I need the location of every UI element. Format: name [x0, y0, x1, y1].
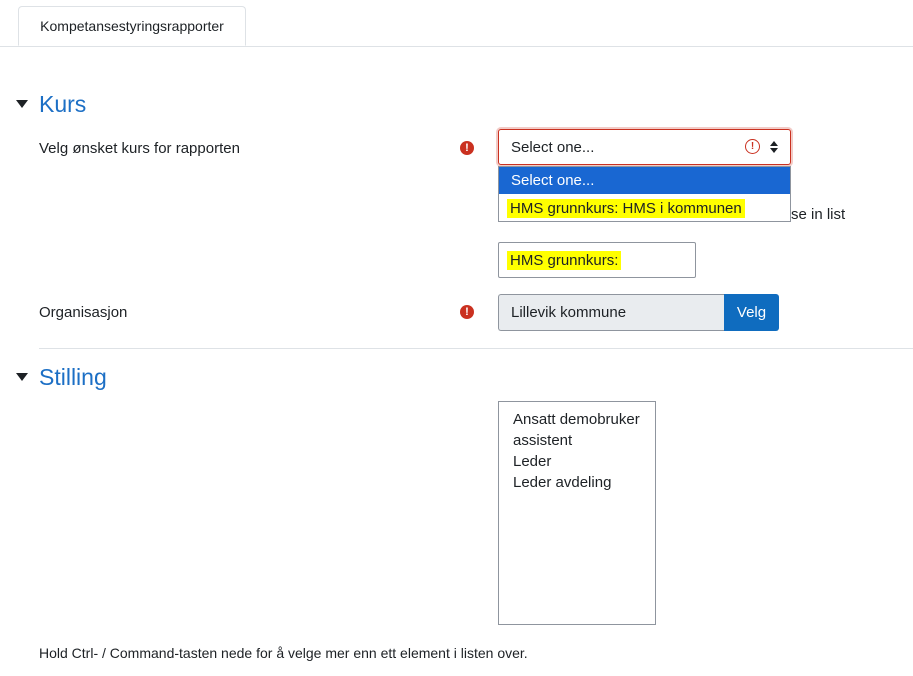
list-item[interactable]: assistent	[513, 432, 572, 449]
obscured-text: rse in list	[786, 206, 846, 223]
collapse-caret-icon[interactable]	[16, 100, 28, 108]
help-text: Hold Ctrl- / Command-tasten nede for å v…	[39, 645, 528, 661]
course-dropdown-list: Select one... HMS grunnkurs: HMS i kommu…	[498, 166, 791, 222]
collapse-caret-icon[interactable]	[16, 373, 28, 381]
position-listbox[interactable]: Ansatt demobruker assistent Leder Leder …	[498, 401, 656, 625]
course-search-input[interactable]: HMS grunnkurs:	[498, 242, 696, 278]
required-icon: !	[460, 141, 474, 155]
course-select-value: Select one...	[511, 139, 595, 156]
tab-kompetansestyringsrapporter[interactable]: Kompetansestyringsrapporter	[18, 6, 246, 46]
organisation-field: Lillevik kommune	[498, 294, 724, 331]
dropdown-option[interactable]: HMS grunnkurs: HMS i kommunen	[499, 195, 790, 222]
course-select[interactable]: Select one... !	[498, 129, 791, 165]
section-divider	[39, 348, 913, 349]
chevron-up-down-icon	[769, 139, 779, 155]
list-item[interactable]: Leder	[513, 453, 551, 470]
section-title-kurs[interactable]: Kurs	[39, 91, 86, 118]
tab-bar: Kompetansestyringsrapporter	[0, 0, 913, 47]
warning-icon: !	[745, 139, 760, 154]
list-item[interactable]: Ansatt demobruker	[513, 411, 640, 428]
section-title-stilling[interactable]: Stilling	[39, 364, 107, 391]
dropdown-option[interactable]: Select one...	[499, 167, 790, 194]
velg-button[interactable]: Velg	[724, 294, 779, 331]
course-label: Velg ønsket kurs for rapporten	[39, 140, 240, 157]
organisation-label: Organisasjon	[39, 304, 128, 321]
list-item[interactable]: Leder avdeling	[513, 474, 611, 491]
required-icon: !	[460, 305, 474, 319]
